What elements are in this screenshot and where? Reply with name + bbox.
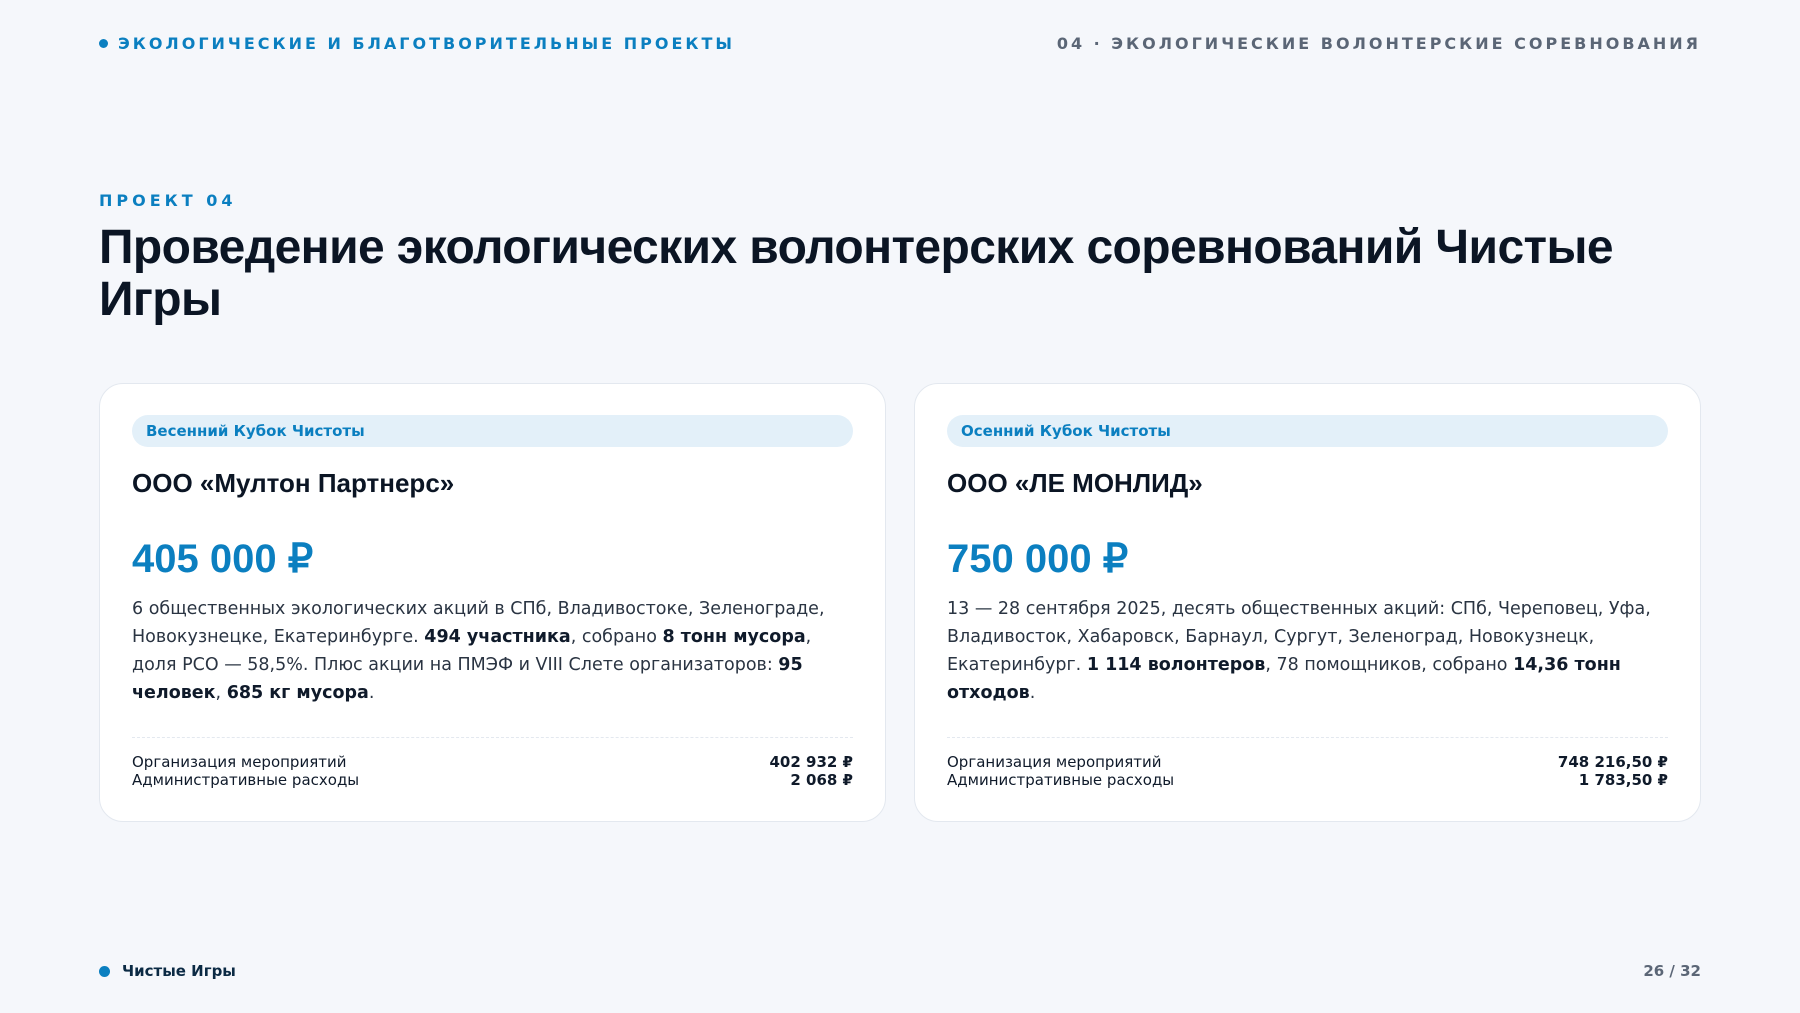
breakdown-label: Организация мероприятий xyxy=(947,753,1162,771)
breakdown-label: Административные расходы xyxy=(132,771,360,789)
card-badge: Весенний Кубок Чистоты xyxy=(132,415,853,447)
card-description: 6 общественных экологических акций в СПб… xyxy=(132,595,853,707)
breakdown-row: Административные расходы 2 068 ₽ xyxy=(132,771,853,789)
card-autumn-cup: Осенний Кубок Чистоты ООО «ЛЕ МОНЛИД» 75… xyxy=(914,383,1701,822)
breakdown-row: Организация мероприятий 748 216,50 ₽ xyxy=(947,753,1668,771)
description-text: . xyxy=(1029,683,1036,703)
card-divider xyxy=(132,737,853,738)
page-number: 26 / 32 xyxy=(1643,962,1701,980)
section-header: ЭКОЛОГИЧЕСКИЕ И БЛАГОТВОРИТЕЛЬНЫЕ ПРОЕКТ… xyxy=(99,34,735,53)
card-amount: 750 000 ₽ xyxy=(947,537,1129,581)
card-spring-cup: Весенний Кубок Чистоты ООО «Мултон Партн… xyxy=(99,383,886,822)
brand-name: Чистые Игры xyxy=(122,962,236,980)
breakdown-row: Организация мероприятий 402 932 ₽ xyxy=(132,753,853,771)
description-text: , 78 помощников, собрано xyxy=(1265,655,1514,675)
card-company: ООО «ЛЕ МОНЛИД» xyxy=(947,468,1203,498)
bullet-dot-icon xyxy=(99,38,108,48)
brand-dot-icon xyxy=(99,965,110,977)
card-badge: Осенний Кубок Чистоты xyxy=(947,415,1668,447)
chapter-label: 04 · ЭКОЛОГИЧЕСКИЕ ВОЛОНТЕРСКИЕ СОРЕВНОВ… xyxy=(1056,33,1701,53)
breakdown-value: 2 068 ₽ xyxy=(790,771,853,789)
highlight-text: 494 участника xyxy=(424,627,571,647)
card-amount: 405 000 ₽ xyxy=(132,537,314,581)
highlight-text: 685 кг мусора xyxy=(226,683,369,703)
breakdown-value: 402 932 ₽ xyxy=(769,753,853,771)
breakdown-value: 1 783,50 ₽ xyxy=(1578,771,1668,789)
description-text: , собрано xyxy=(570,627,663,647)
breakdown-label: Организация мероприятий xyxy=(132,753,347,771)
project-eyebrow: ПРОЕКТ 04 xyxy=(99,191,237,210)
footer-brand: Чистые Игры xyxy=(99,962,236,980)
cost-breakdown: Организация мероприятий 402 932 ₽ Админи… xyxy=(132,753,853,789)
card-description: 13 — 28 сентября 2025, десять общественн… xyxy=(947,595,1668,707)
footer: Чистые Игры 26 / 32 xyxy=(99,960,1701,982)
page-title: Проведение экологических волонтерских со… xyxy=(99,221,1614,326)
description-text: . xyxy=(368,683,375,703)
cards-container: Весенний Кубок Чистоты ООО «Мултон Партн… xyxy=(99,383,1701,822)
description-text: , xyxy=(215,683,227,703)
highlight-text: 8 тонн мусора xyxy=(662,627,806,647)
cost-breakdown: Организация мероприятий 748 216,50 ₽ Адм… xyxy=(947,753,1668,789)
card-company: ООО «Мултон Партнерс» xyxy=(132,468,455,498)
card-divider xyxy=(947,737,1668,738)
top-bar: ЭКОЛОГИЧЕСКИЕ И БЛАГОТВОРИТЕЛЬНЫЕ ПРОЕКТ… xyxy=(99,33,1701,53)
breakdown-row: Административные расходы 1 783,50 ₽ xyxy=(947,771,1668,789)
section-label: ЭКОЛОГИЧЕСКИЕ И БЛАГОТВОРИТЕЛЬНЫЕ ПРОЕКТ… xyxy=(118,33,735,53)
highlight-text: 1 114 волонтеров xyxy=(1086,655,1266,675)
breakdown-label: Административные расходы xyxy=(947,771,1175,789)
breakdown-value: 748 216,50 ₽ xyxy=(1557,753,1668,771)
